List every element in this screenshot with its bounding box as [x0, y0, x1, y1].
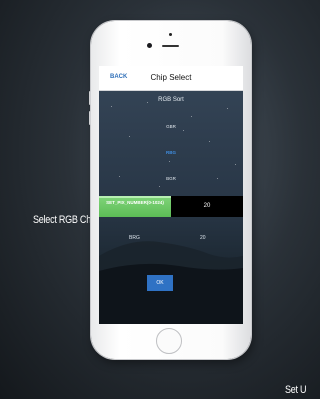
- star: [235, 164, 236, 165]
- camera-icon: [147, 43, 152, 48]
- option-brg[interactable]: BRG: [129, 235, 140, 241]
- volume-button: [89, 91, 91, 105]
- star: [111, 106, 112, 107]
- home-button[interactable]: [156, 328, 182, 354]
- caption-set-u: Set U: [285, 384, 307, 396]
- star: [191, 116, 192, 117]
- star: [159, 186, 160, 187]
- picker-value[interactable]: 20: [171, 196, 243, 217]
- option-bgr[interactable]: BGR: [99, 176, 243, 181]
- star: [129, 136, 130, 137]
- option-rbg-selected[interactable]: RBG: [99, 150, 243, 155]
- nav-bar: BACK Chip Select: [99, 66, 243, 91]
- star: [227, 108, 228, 109]
- star: [183, 130, 184, 131]
- caption-select-rgb-chip: Select RGB Chip: [33, 214, 98, 226]
- page-title: Chip Select: [150, 73, 192, 82]
- phone-frame: BACK Chip Select RGB Sort GBR RBG BGR SE…: [89, 21, 251, 359]
- option-gbr[interactable]: GBR: [99, 124, 243, 129]
- star: [169, 161, 170, 162]
- picker-label-cell[interactable]: SET_PIX_NUMBER(0-1024): [99, 196, 171, 217]
- phone-screen: BACK Chip Select RGB Sort GBR RBG BGR SE…: [99, 66, 243, 324]
- star: [209, 141, 210, 142]
- proximity-sensor-icon: [169, 33, 172, 36]
- ok-button[interactable]: OK: [147, 275, 173, 291]
- set-pix-number-label: SET_PIX_NUMBER(0-1024): [106, 200, 164, 205]
- rgb-sort-title: RGB Sort: [158, 97, 184, 103]
- speaker-grille: [162, 45, 179, 47]
- mountain-silhouette: [99, 241, 243, 324]
- pixel-number-picker[interactable]: SET_PIX_NUMBER(0-1024) 20: [99, 196, 243, 217]
- volume-button: [89, 111, 91, 125]
- lower-row-value[interactable]: 20: [200, 235, 206, 241]
